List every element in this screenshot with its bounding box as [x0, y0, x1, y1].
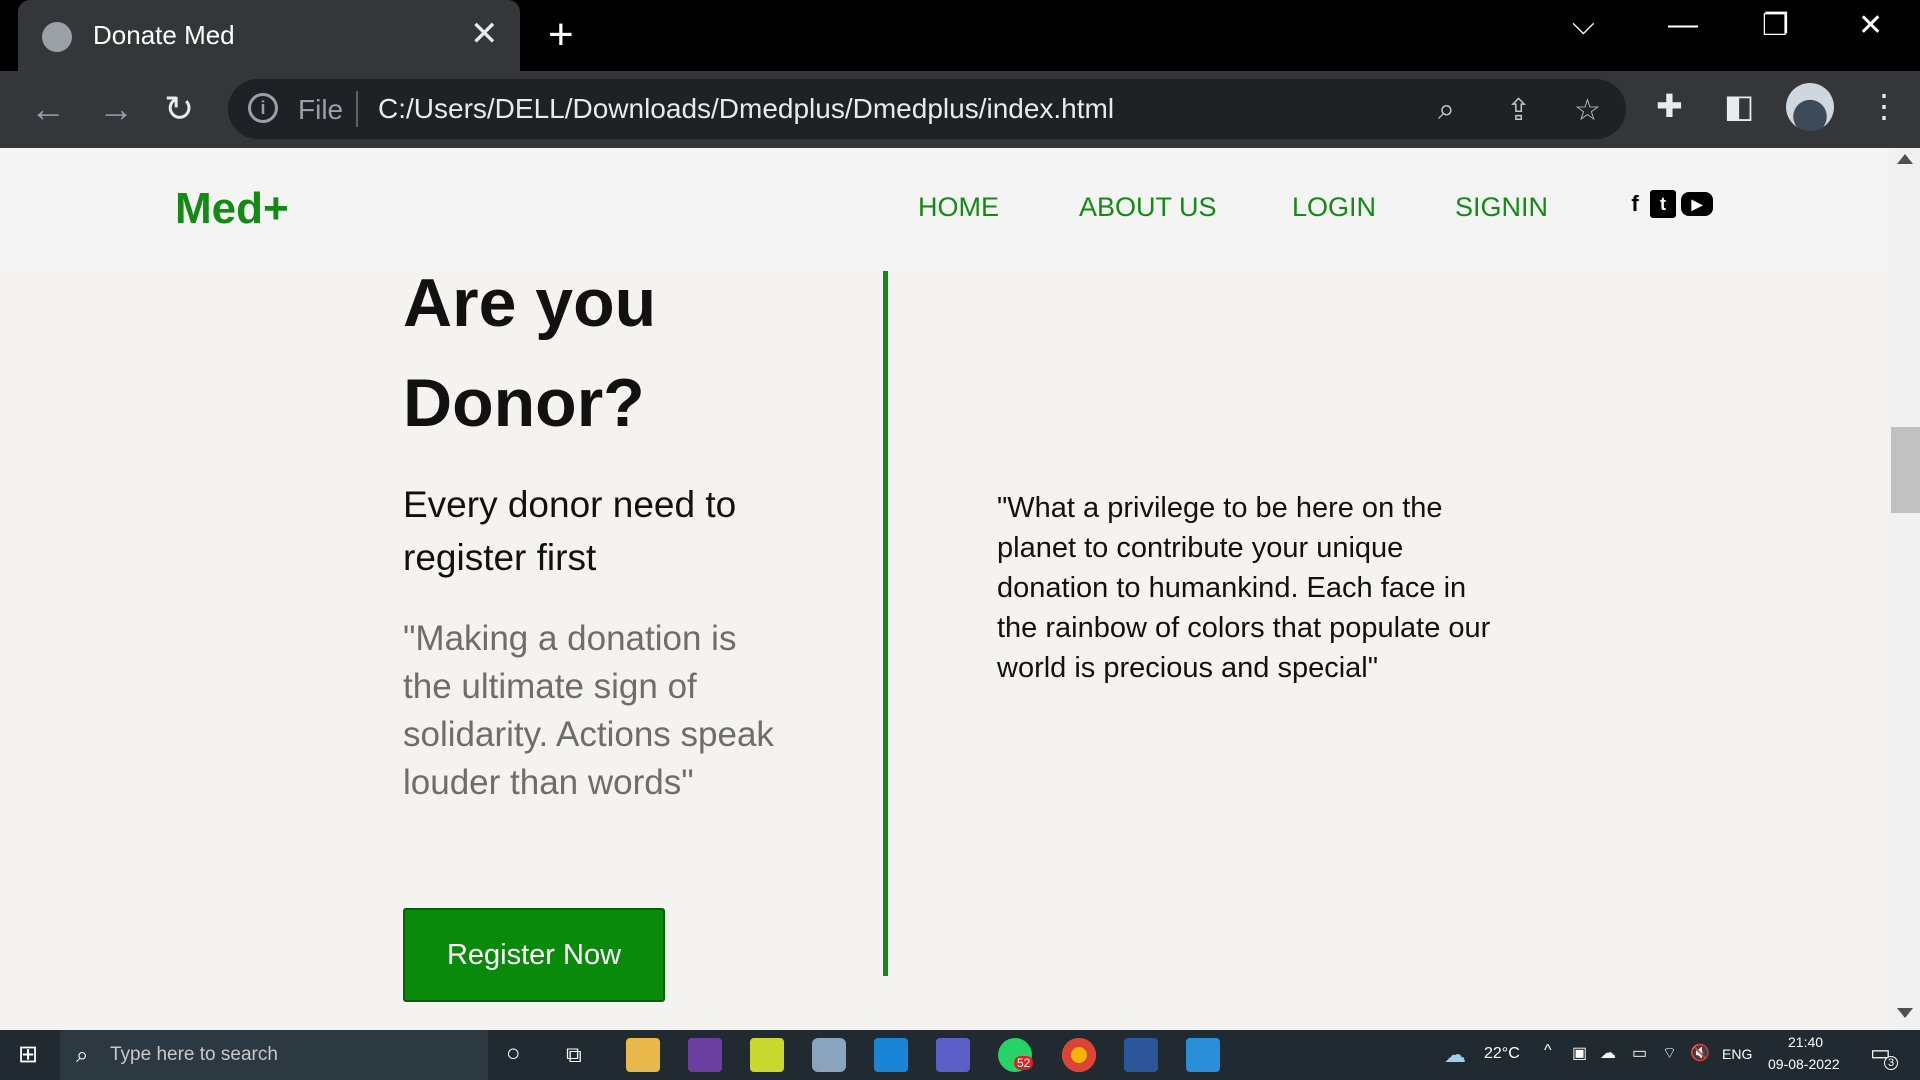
- left-quote: "Making a donation is the ultimate sign …: [403, 619, 774, 802]
- browser-tab[interactable]: Donate Med ✕: [18, 0, 520, 71]
- facebook-icon[interactable]: f: [1622, 190, 1648, 218]
- wifi-icon[interactable]: ⌔: [1662, 1043, 1677, 1063]
- vertical-divider: [883, 271, 888, 976]
- clock-date[interactable]: 09-08-2022: [1768, 1056, 1840, 1072]
- chrome-icon[interactable]: [1062, 1038, 1096, 1072]
- taskbar-search-placeholder: Type here to search: [110, 1044, 278, 1065]
- scroll-down-arrow-icon[interactable]: [1897, 1008, 1913, 1018]
- taskbar-search[interactable]: ⌕ Type here to search: [60, 1030, 488, 1080]
- teams-icon[interactable]: [936, 1038, 970, 1072]
- bookmark-star-icon[interactable]: ☆: [1574, 93, 1601, 128]
- url-text[interactable]: C:/Users/DELL/Downloads/Dmedplus/Dmedplu…: [378, 93, 1114, 125]
- weather-icon[interactable]: ☁: [1444, 1042, 1466, 1068]
- restore-icon[interactable]: ❐: [1762, 8, 1789, 43]
- nav-home[interactable]: HOME: [918, 192, 999, 223]
- meet-now-icon[interactable]: ▣: [1572, 1043, 1587, 1063]
- side-panel-icon[interactable]: ◧: [1724, 87, 1754, 125]
- site-navbar: Med+ HOME ABOUT US LOGIN SIGNIN f t ▶: [0, 148, 1889, 268]
- twitter-icon[interactable]: t: [1650, 190, 1676, 218]
- tab-close-icon[interactable]: ✕: [470, 14, 499, 54]
- globe-icon: [42, 22, 72, 52]
- search-icon: ⌕: [76, 1042, 89, 1067]
- scrollbar-thumb[interactable]: [1891, 427, 1920, 513]
- zoom-icon[interactable]: ⌕: [1438, 93, 1455, 127]
- onedrive-icon[interactable]: ☁: [1600, 1043, 1616, 1063]
- new-tab-button[interactable]: +: [548, 10, 574, 60]
- page-scrollbar[interactable]: [1889, 148, 1920, 1030]
- scroll-up-arrow-icon[interactable]: [1897, 154, 1913, 164]
- share-icon[interactable]: ⇪: [1506, 93, 1531, 128]
- back-arrow-icon[interactable]: ←: [30, 89, 66, 129]
- address-bar[interactable]: i File C:/Users/DELL/Downloads/Dmedplus/…: [228, 79, 1626, 139]
- vscode-icon[interactable]: [874, 1038, 908, 1072]
- tray-chevron-icon[interactable]: ^: [1544, 1042, 1552, 1060]
- whatsapp-badge: 52: [1014, 1056, 1034, 1070]
- omnibox-separator: [356, 91, 358, 127]
- tab-search-chevron-icon[interactable]: ⌵: [1572, 8, 1595, 42]
- window-close-icon[interactable]: ✕: [1858, 8, 1883, 43]
- battery-icon[interactable]: ▭: [1632, 1043, 1647, 1063]
- windows-taskbar: ⊞ ⌕ Type here to search ○ ⧉ 52 ☁ 22°C ^ …: [0, 1030, 1920, 1080]
- word-icon[interactable]: [1124, 1038, 1158, 1072]
- register-now-button[interactable]: Register Now: [403, 908, 665, 1002]
- nav-about-us[interactable]: ABOUT US: [1079, 192, 1217, 223]
- right-quote: "What a privilege to be here on the plan…: [997, 492, 1491, 684]
- windows-start-icon[interactable]: ⊞: [18, 1040, 38, 1069]
- menu-kebab-icon[interactable]: ⋮: [1868, 87, 1900, 125]
- extensions-puzzle-icon[interactable]: ✚: [1656, 87, 1683, 125]
- intellij-icon[interactable]: [688, 1038, 722, 1072]
- language-indicator[interactable]: ENG: [1722, 1046, 1752, 1062]
- reload-icon[interactable]: ↻: [164, 89, 194, 129]
- profile-avatar[interactable]: [1786, 83, 1834, 131]
- page-viewport: Med+ HOME ABOUT US LOGIN SIGNIN f t ▶ Ar…: [0, 148, 1889, 1030]
- url-scheme-label: File: [298, 94, 344, 125]
- weather-temp[interactable]: 22°C: [1484, 1045, 1520, 1063]
- browser-title-bar: Donate Med ✕ + ⌵ — ❐ ✕: [0, 0, 1920, 71]
- site-logo[interactable]: Med+: [175, 184, 289, 234]
- notification-badge: 3: [1884, 1056, 1899, 1070]
- nav-signin[interactable]: SIGNIN: [1455, 192, 1548, 223]
- browser-toolbar: ← → ↻ i File C:/Users/DELL/Downloads/Dme…: [0, 71, 1920, 148]
- info-icon[interactable]: i: [248, 93, 278, 123]
- minimize-icon[interactable]: —: [1668, 8, 1698, 42]
- nav-login[interactable]: LOGIN: [1292, 192, 1376, 223]
- cortana-icon[interactable]: ○: [506, 1040, 521, 1068]
- photos-icon[interactable]: [1186, 1038, 1220, 1072]
- task-view-icon[interactable]: ⧉: [566, 1042, 582, 1068]
- donor-heading: Are you Donor?: [403, 265, 657, 441]
- pycharm-icon[interactable]: [750, 1038, 784, 1072]
- donor-subheading: Every donor need to register first: [403, 484, 737, 578]
- youtube-icon[interactable]: ▶: [1681, 192, 1713, 216]
- clock-time[interactable]: 21:40: [1788, 1034, 1823, 1050]
- volume-muted-icon[interactable]: 🔇: [1690, 1043, 1710, 1063]
- virtualbox-icon[interactable]: [812, 1038, 846, 1072]
- tab-title: Donate Med: [93, 20, 235, 50]
- file-explorer-icon[interactable]: [626, 1038, 660, 1072]
- forward-arrow-icon[interactable]: →: [98, 89, 134, 129]
